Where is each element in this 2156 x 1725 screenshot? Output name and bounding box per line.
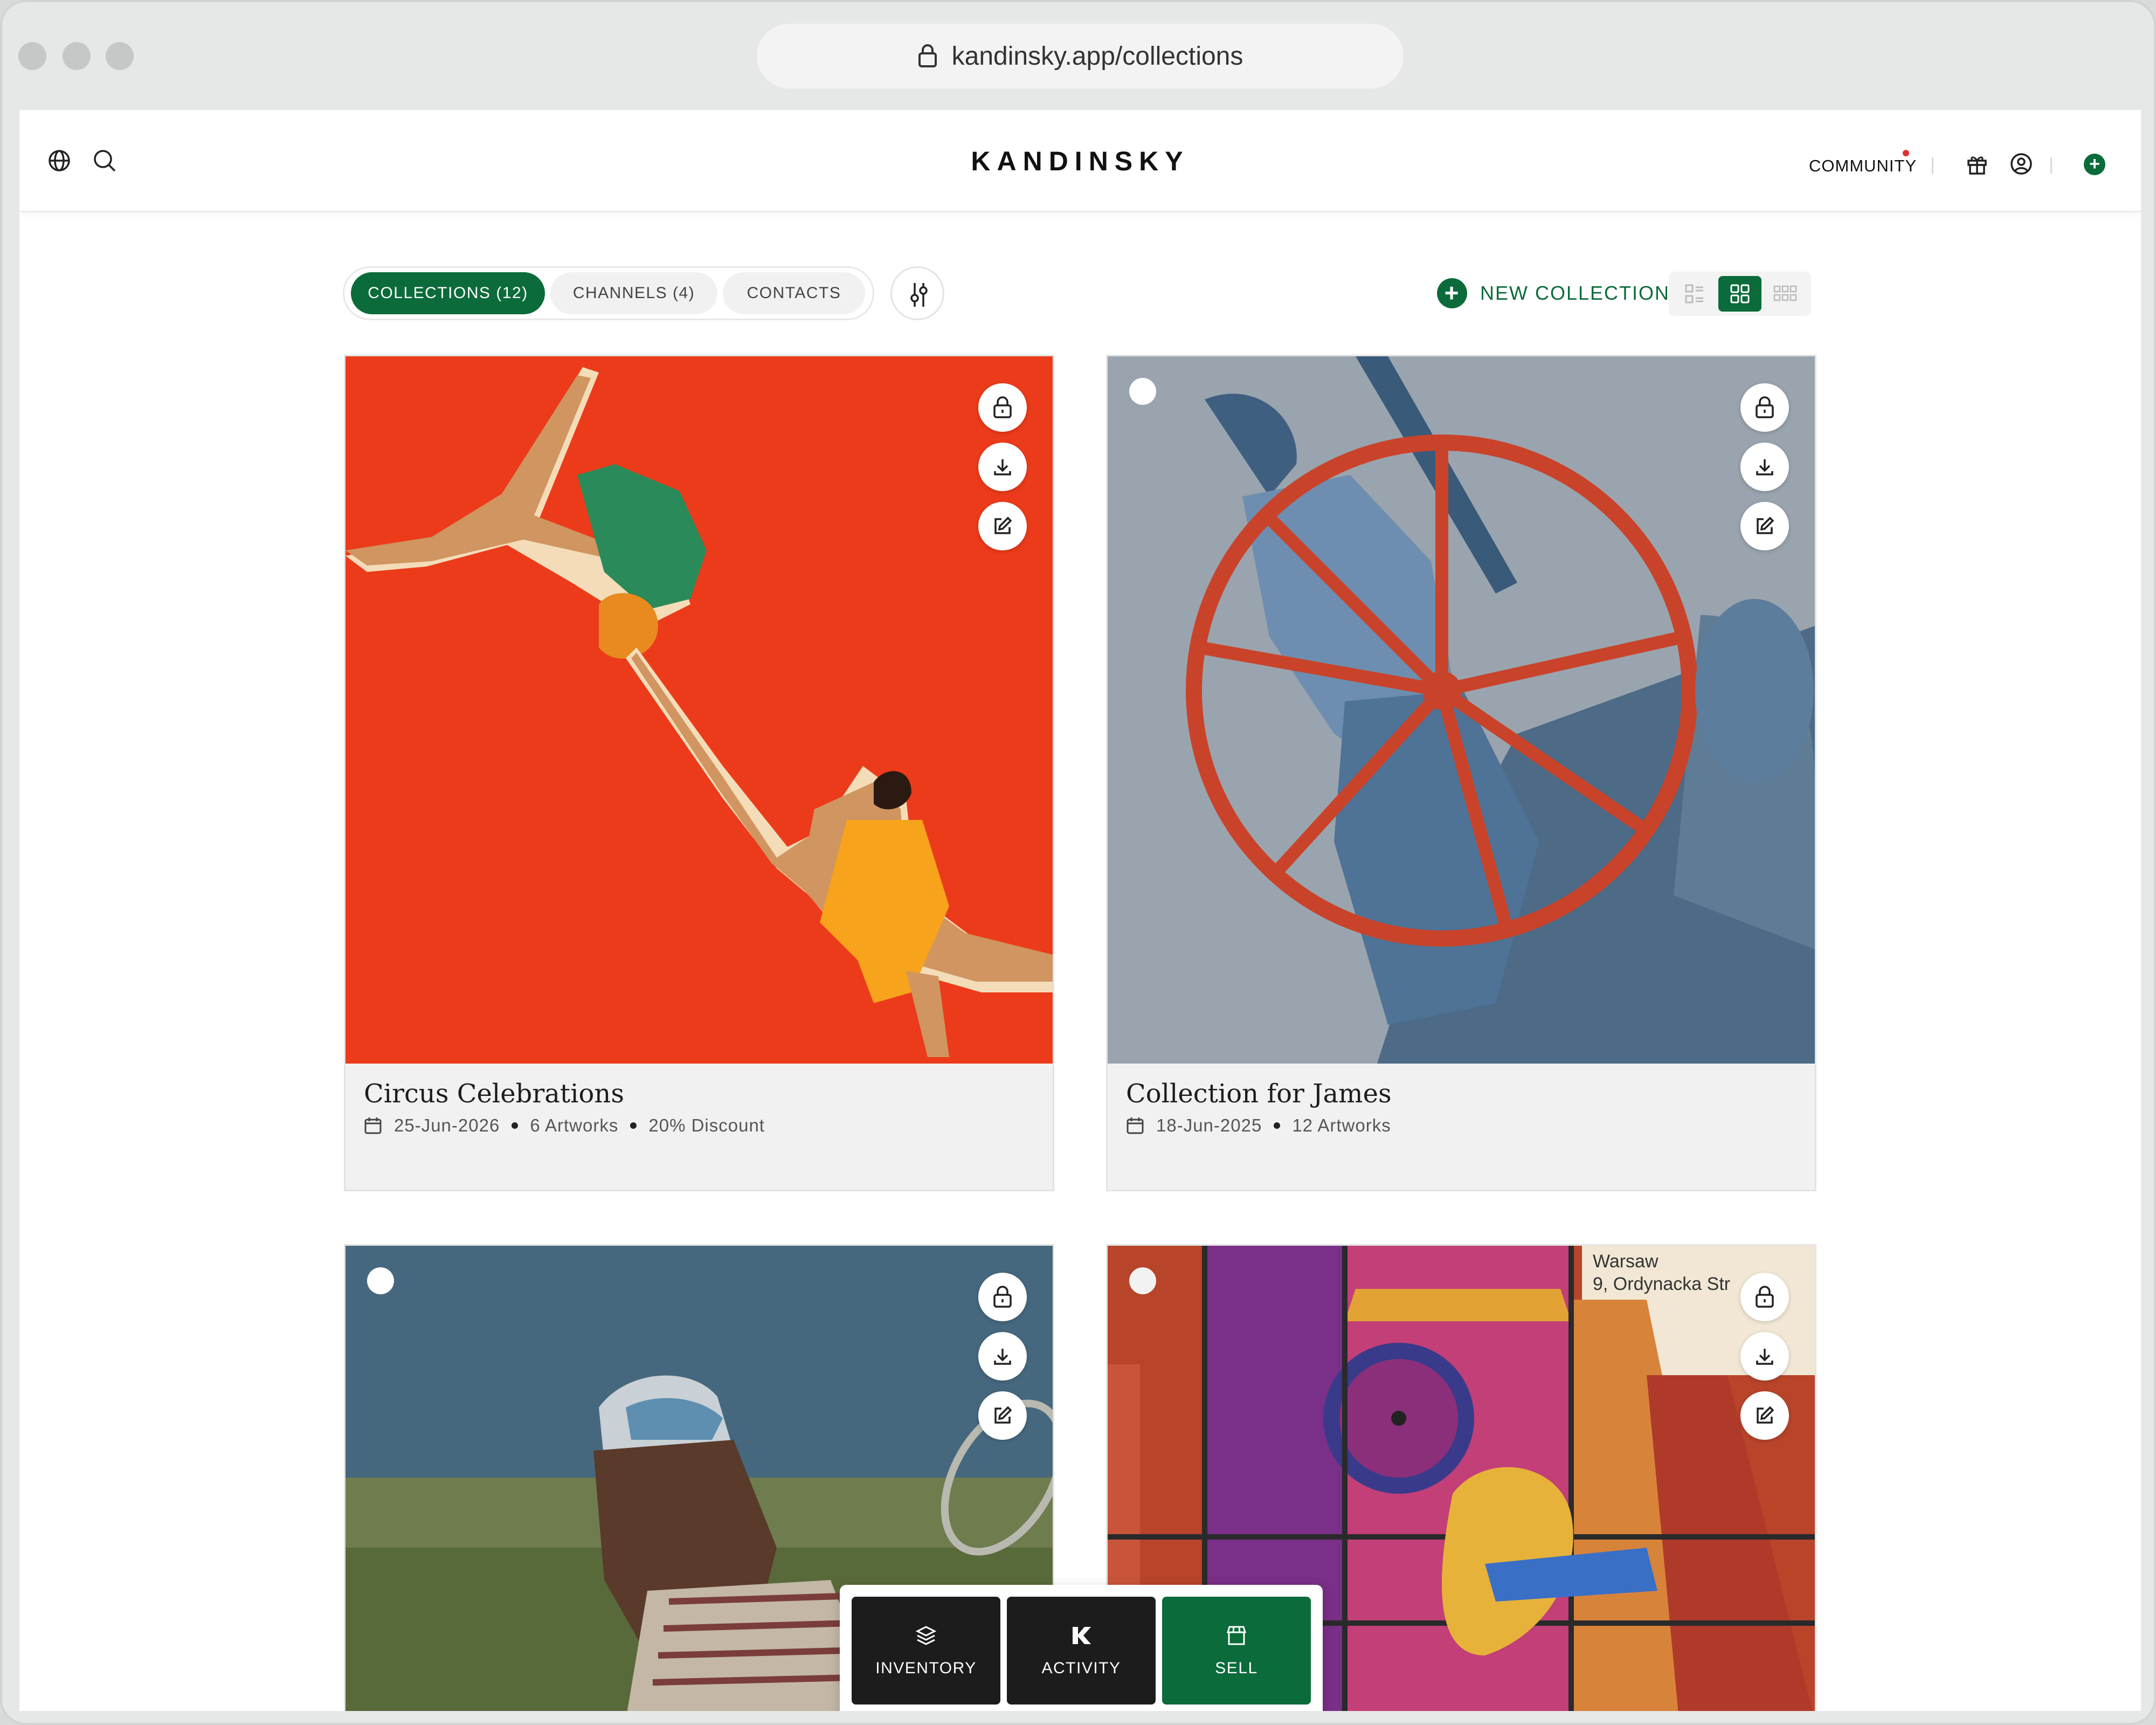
window-minimize-button[interactable] xyxy=(63,42,91,70)
download-icon xyxy=(994,459,1011,475)
download-button[interactable] xyxy=(978,1332,1027,1381)
collection-title: Circus Celebrations xyxy=(364,1079,624,1109)
artwork-image xyxy=(1108,356,1815,1064)
community-link[interactable]: COMMUNITY xyxy=(1809,156,1917,176)
edit-icon xyxy=(1757,1406,1774,1424)
collection-tabs: COLLECTIONS (12) CHANNELS (4) CONTACTS xyxy=(343,266,874,320)
lock-icon xyxy=(1756,396,1774,418)
poster-text: Warsaw xyxy=(1593,1251,1659,1272)
artwork-image xyxy=(345,356,1053,1064)
divider xyxy=(2050,157,2052,174)
tab-collections[interactable]: COLLECTIONS (12) xyxy=(351,272,545,314)
user-account-icon[interactable] xyxy=(2009,152,2033,176)
page-content: KANDINSKY COMMUNITY + COLLECTIONS (12) C… xyxy=(19,110,2141,1711)
collection-date: 25-Jun-2026 xyxy=(394,1115,500,1135)
view-mode-switcher xyxy=(1669,272,1811,316)
download-button[interactable] xyxy=(1740,443,1789,491)
address-bar[interactable]: kandinsky.app/collections xyxy=(757,24,1404,88)
url-text: kandinsky.app/collections xyxy=(951,42,1243,71)
window-close-button[interactable] xyxy=(18,42,46,70)
select-checkbox[interactable] xyxy=(367,1267,394,1294)
edit-button[interactable] xyxy=(1740,502,1789,550)
lock-button[interactable] xyxy=(1740,1273,1789,1321)
download-icon xyxy=(1756,459,1773,475)
store-icon xyxy=(1226,1626,1247,1645)
activity-label: ACTIVITY xyxy=(1041,1659,1121,1677)
edit-button[interactable] xyxy=(978,1391,1027,1440)
download-button[interactable] xyxy=(978,443,1027,491)
collection-discount: 20% Discount xyxy=(648,1115,765,1135)
edit-icon xyxy=(1757,516,1774,534)
collection-date: 18-Jun-2025 xyxy=(1156,1115,1262,1135)
new-collection-button[interactable]: + NEW COLLECTION xyxy=(1437,276,1670,310)
select-checkbox[interactable] xyxy=(1129,378,1156,405)
browser-window: kandinsky.app/collections KANDINSKY COMM… xyxy=(0,0,2156,1725)
lock-button[interactable] xyxy=(978,383,1027,432)
sliders-icon xyxy=(910,283,928,307)
lock-icon xyxy=(918,44,937,67)
download-icon xyxy=(994,1349,1011,1365)
download-icon xyxy=(1756,1349,1773,1365)
edit-button[interactable] xyxy=(1740,1391,1789,1440)
gift-icon[interactable] xyxy=(1965,152,1989,176)
filter-button[interactable] xyxy=(890,266,944,320)
lock-icon xyxy=(1756,1286,1774,1308)
new-collection-label: NEW COLLECTION xyxy=(1480,282,1670,304)
separator-dot xyxy=(1274,1122,1281,1129)
separator-dot xyxy=(630,1122,637,1129)
tab-channels[interactable]: CHANNELS (4) xyxy=(550,272,717,314)
sell-label: SELL xyxy=(1215,1659,1258,1677)
lock-button[interactable] xyxy=(1740,383,1789,432)
edit-icon xyxy=(994,1406,1012,1424)
collection-meta: 25-Jun-2026 6 Artworks 20% Discount xyxy=(364,1115,765,1136)
collection-artwork-count: 6 Artworks xyxy=(530,1115,619,1135)
grid-icon xyxy=(1730,284,1750,303)
lock-button[interactable] xyxy=(978,1273,1027,1321)
inventory-button[interactable]: INVENTORY xyxy=(852,1597,1000,1705)
calendar-icon xyxy=(364,1117,382,1134)
plus-icon: + xyxy=(1437,278,1467,308)
collection-artwork-count: 12 Artworks xyxy=(1292,1115,1391,1135)
kandinsky-k-icon xyxy=(1073,1627,1091,1644)
list-view-icon xyxy=(1685,284,1703,303)
collection-title: Collection for James xyxy=(1126,1079,1392,1109)
lock-icon xyxy=(993,1286,1012,1308)
edit-button[interactable] xyxy=(978,502,1027,550)
download-button[interactable] xyxy=(1740,1332,1789,1381)
tab-contacts[interactable]: CONTACTS xyxy=(723,272,865,314)
separator-dot xyxy=(512,1122,519,1129)
collection-meta: 18-Jun-2025 12 Artworks xyxy=(1126,1115,1391,1136)
divider xyxy=(1932,157,1933,174)
edit-icon xyxy=(994,516,1012,534)
add-icon[interactable]: + xyxy=(2084,154,2105,175)
list-view-button[interactable] xyxy=(1673,276,1716,312)
select-checkbox[interactable] xyxy=(1129,1267,1156,1294)
grid-small-view-button[interactable] xyxy=(1764,276,1807,312)
window-maximize-button[interactable] xyxy=(106,42,134,70)
grid-medium-view-button[interactable] xyxy=(1718,276,1761,312)
lock-icon xyxy=(993,396,1012,418)
sell-button[interactable]: SELL xyxy=(1162,1597,1311,1705)
grid-small-icon xyxy=(1773,285,1797,301)
notification-dot xyxy=(1903,150,1909,156)
inventory-label: INVENTORY xyxy=(875,1659,977,1677)
collection-card[interactable]: Circus Celebrations 25-Jun-2026 6 Artwor… xyxy=(344,355,1054,1191)
bottom-action-bar: INVENTORY ACTIVITY SELL xyxy=(840,1585,1323,1711)
calendar-icon xyxy=(1127,1117,1144,1134)
app-header: KANDINSKY COMMUNITY + xyxy=(19,110,2141,212)
poster-text: 9, Ordynacka Str xyxy=(1593,1274,1730,1294)
layers-icon xyxy=(915,1626,937,1645)
collection-card[interactable]: Collection for James 18-Jun-2025 12 Artw… xyxy=(1106,355,1816,1191)
activity-button[interactable]: ACTIVITY xyxy=(1007,1597,1156,1705)
